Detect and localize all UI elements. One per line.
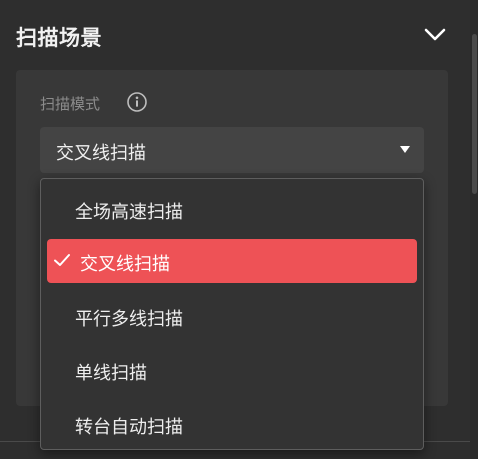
check-icon [54, 254, 70, 266]
option-label: 平行多线扫描 [75, 309, 183, 330]
panel-title: 扫描场景 [16, 26, 102, 50]
option-label: 交叉线扫描 [80, 254, 170, 275]
scan-mode-select[interactable]: 交叉线扫描 [40, 127, 424, 173]
option-single-line-scan[interactable]: 单线扫描 [41, 348, 423, 392]
info-icon[interactable] [126, 91, 148, 113]
scrollbar-thumb[interactable] [472, 34, 477, 194]
scan-mode-label: 扫描模式 [40, 95, 101, 113]
scan-mode-selected-value: 交叉线扫描 [56, 143, 146, 164]
option-full-field-high-speed-scan[interactable]: 全场高速扫描 [41, 187, 423, 231]
chevron-down-icon [424, 28, 446, 41]
panel-header: 扫描场景 [0, 0, 470, 70]
option-parallel-multi-line-scan[interactable]: 平行多线扫描 [41, 294, 423, 338]
scan-mode-dropdown: 全场高速扫描 交叉线扫描 平行多线扫描 单线扫描 转台自动扫描 [40, 178, 424, 450]
collapse-button[interactable] [420, 20, 450, 50]
option-cross-line-scan[interactable]: 交叉线扫描 [41, 239, 423, 283]
option-label: 全场高速扫描 [75, 202, 183, 223]
option-label: 转台自动扫描 [75, 417, 183, 438]
caret-down-icon [400, 146, 410, 153]
scrollbar[interactable] [470, 0, 478, 459]
option-turntable-auto-scan[interactable]: 转台自动扫描 [41, 402, 423, 446]
option-label: 单线扫描 [75, 363, 147, 384]
